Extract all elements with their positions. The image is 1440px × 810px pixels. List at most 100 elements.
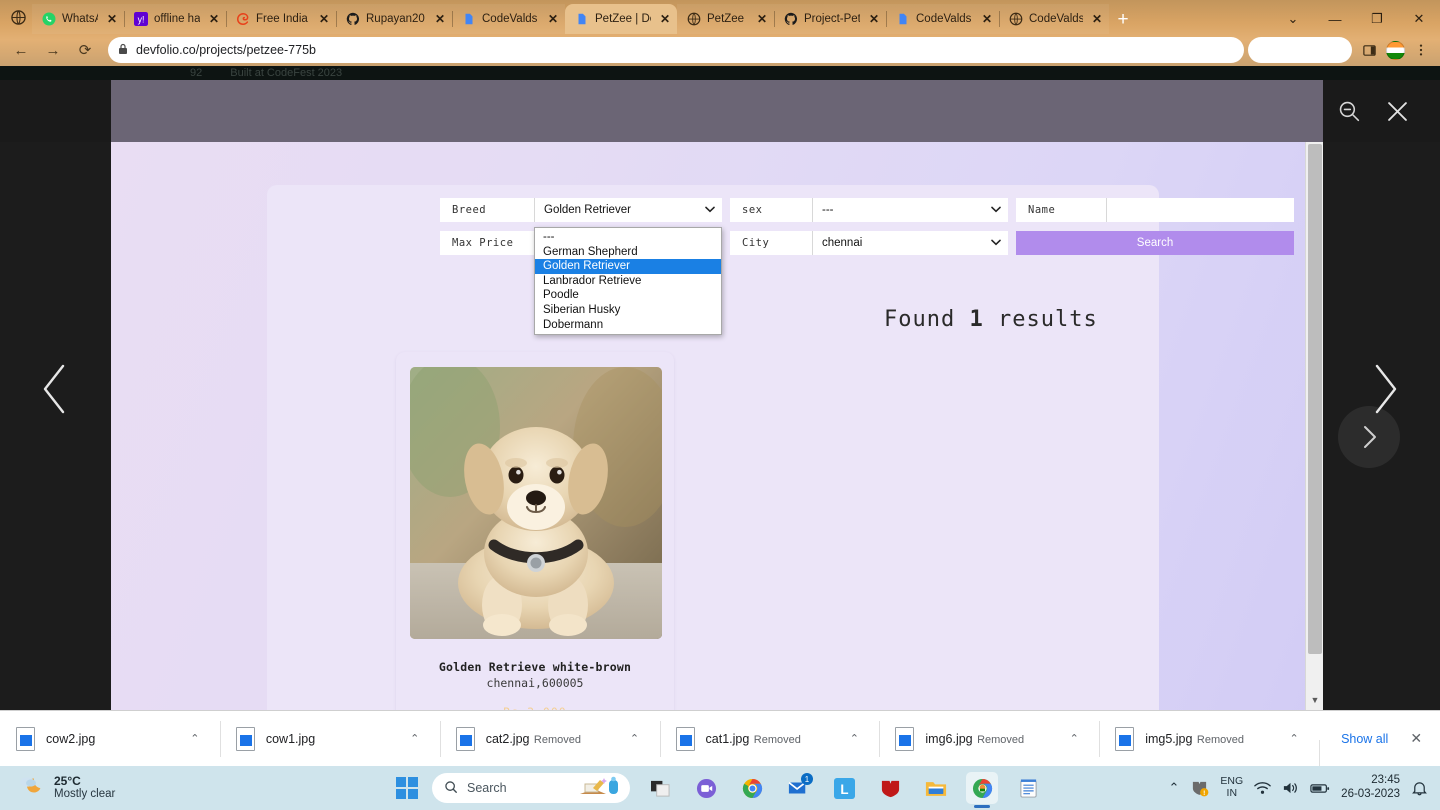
- download-status: Removed: [977, 733, 1025, 746]
- breed-option[interactable]: Dobermann: [535, 318, 721, 333]
- results-count: Found 1 results: [884, 307, 1098, 332]
- file-explorer-icon[interactable]: [920, 772, 952, 804]
- chevron-up-icon[interactable]: ⌃: [845, 732, 863, 745]
- breed-select[interactable]: Golden Retriever: [534, 198, 722, 222]
- breed-option[interactable]: German Shepherd: [535, 245, 721, 260]
- browser-tab[interactable]: CodeValds ✕: [886, 4, 1000, 34]
- mcafee-icon[interactable]: [874, 772, 906, 804]
- show-all-downloads-link[interactable]: Show all: [1341, 732, 1388, 746]
- tab-title: Rupayan20: [366, 13, 425, 25]
- wifi-icon[interactable]: [1254, 781, 1271, 795]
- tab-close-icon[interactable]: ✕: [545, 11, 561, 27]
- breed-label: Breed: [440, 198, 534, 222]
- volume-icon[interactable]: [1282, 781, 1299, 795]
- download-item[interactable]: img5.jpg Removed ⌃: [1099, 711, 1319, 767]
- city-select[interactable]: chennai: [812, 231, 1008, 255]
- chevron-up-icon[interactable]: ⌃: [406, 732, 424, 745]
- battery-icon[interactable]: [1310, 782, 1330, 795]
- breed-option-selected[interactable]: Golden Retriever: [535, 259, 721, 274]
- tab-favicon-first[interactable]: [4, 0, 32, 34]
- chrome-active-icon[interactable]: [966, 772, 998, 808]
- tab-close-icon[interactable]: ✕: [432, 11, 448, 27]
- breed-option[interactable]: Lanbrador Retrieve: [535, 274, 721, 289]
- breed-option[interactable]: Poodle: [535, 288, 721, 303]
- chevron-up-icon[interactable]: ⌃: [626, 732, 644, 745]
- chrome-icon[interactable]: [736, 772, 768, 804]
- download-item[interactable]: cat2.jpg Removed ⌃: [439, 711, 660, 767]
- address-bar[interactable]: devfolio.co/projects/petzee-775b: [108, 37, 1244, 63]
- browser-tab[interactable]: CodeValds ✕: [452, 4, 566, 34]
- profile-avatar[interactable]: [1382, 37, 1408, 63]
- lightbox-prev-button[interactable]: [0, 334, 110, 444]
- browser-tab[interactable]: Free India ✕: [226, 4, 337, 34]
- sex-select[interactable]: ---: [812, 198, 1008, 222]
- input-language-indicator[interactable]: ENG IN: [1220, 775, 1243, 800]
- lightbox-next-button[interactable]: [1330, 334, 1440, 444]
- tab-close-icon[interactable]: ✕: [316, 11, 332, 27]
- tab-close-icon[interactable]: ✕: [866, 11, 882, 27]
- reload-button[interactable]: ⟳: [70, 36, 100, 64]
- sidepanel-icon[interactable]: [1356, 37, 1382, 63]
- browser-tab[interactable]: CodeValds ✕: [999, 4, 1109, 34]
- breed-dropdown-list[interactable]: --- German Shepherd Golden Retriever Lan…: [534, 227, 722, 336]
- tab-search-icon[interactable]: ⌄: [1272, 4, 1314, 34]
- scrollbar-thumb[interactable]: [1308, 144, 1322, 654]
- windows-start-icon[interactable]: [396, 777, 418, 799]
- task-view-icon[interactable]: [644, 772, 676, 804]
- forward-button[interactable]: →: [38, 36, 68, 64]
- weather-text: 25°C Mostly clear: [54, 774, 115, 802]
- download-filename: img5.jpg: [1145, 731, 1193, 746]
- browser-tab[interactable]: Rupayan20 ✕: [336, 4, 453, 34]
- page-scrollbar[interactable]: ▼: [1305, 142, 1323, 710]
- yahoo-icon: y!: [133, 12, 148, 27]
- notepad-icon[interactable]: [1012, 772, 1044, 804]
- chrome-menu-icon[interactable]: [1408, 37, 1434, 63]
- tab-close-icon[interactable]: ✕: [104, 11, 120, 27]
- tab-close-icon[interactable]: ✕: [754, 11, 770, 27]
- omnibox-actions-pill: [1248, 37, 1352, 63]
- chat-icon[interactable]: [690, 772, 722, 804]
- name-input[interactable]: [1106, 198, 1294, 222]
- pet-result-card[interactable]: Golden Retrieve white-brown chennai,6000…: [396, 352, 674, 710]
- lightbox-close-icon[interactable]: [1378, 92, 1416, 130]
- download-shelf-close-icon[interactable]: ✕: [1410, 730, 1422, 747]
- scrollbar-down-arrow[interactable]: ▼: [1306, 692, 1323, 708]
- chevron-up-icon[interactable]: ⌃: [1285, 732, 1303, 745]
- taskbar-search-box[interactable]: Search: [432, 773, 630, 803]
- download-item[interactable]: cow2.jpg ⌃: [0, 711, 220, 767]
- linkedin-icon[interactable]: L: [828, 772, 860, 804]
- browser-tab-active[interactable]: PetZee | De ✕: [565, 4, 677, 34]
- window-close-button[interactable]: ✕: [1398, 4, 1440, 34]
- tab-title: WhatsApp: [62, 13, 98, 25]
- tab-close-icon[interactable]: ✕: [979, 11, 995, 27]
- browser-tab[interactable]: Project-Pet ✕: [774, 4, 887, 34]
- chevron-up-icon[interactable]: ⌃: [186, 732, 204, 745]
- new-tab-button[interactable]: +: [1109, 6, 1137, 34]
- security-alert-icon[interactable]: !: [1190, 780, 1209, 797]
- taskbar-clock[interactable]: 23:45 26-03-2023: [1341, 774, 1400, 802]
- download-item[interactable]: cat1.jpg Removed ⌃: [659, 711, 880, 767]
- tab-close-icon[interactable]: ✕: [206, 11, 222, 27]
- tray-overflow-icon[interactable]: ⌃: [1169, 780, 1180, 796]
- window-minimize-button[interactable]: —: [1314, 4, 1356, 34]
- notification-bell-icon[interactable]: [1411, 780, 1428, 797]
- back-button[interactable]: ←: [6, 36, 36, 64]
- breed-option[interactable]: ---: [535, 230, 721, 245]
- tab-close-icon[interactable]: ✕: [657, 11, 673, 27]
- mail-icon[interactable]: 1: [782, 772, 814, 804]
- zoom-out-icon[interactable]: [1330, 92, 1368, 130]
- lang-line-2: IN: [1226, 787, 1238, 799]
- browser-tab[interactable]: y! offline hac ✕: [124, 4, 227, 34]
- browser-tab[interactable]: WhatsApp ✕: [32, 4, 125, 34]
- taskbar-weather-widget[interactable]: 25°C Mostly clear: [0, 774, 115, 802]
- download-item[interactable]: cow1.jpg ⌃: [219, 711, 440, 767]
- download-filename: cat2.jpg: [485, 731, 530, 746]
- breed-option[interactable]: Siberian Husky: [535, 303, 721, 318]
- window-maximize-button[interactable]: ❐: [1356, 4, 1398, 34]
- page-viewport: 92 Built at CodeFest 2023 Breed Golden R…: [0, 66, 1440, 710]
- download-item[interactable]: img6.jpg Removed ⌃: [879, 711, 1099, 767]
- chevron-up-icon[interactable]: ⌃: [1065, 732, 1083, 745]
- search-button[interactable]: Search: [1016, 231, 1294, 255]
- browser-tab[interactable]: PetZee ✕: [677, 4, 775, 34]
- tab-close-icon[interactable]: ✕: [1089, 11, 1105, 27]
